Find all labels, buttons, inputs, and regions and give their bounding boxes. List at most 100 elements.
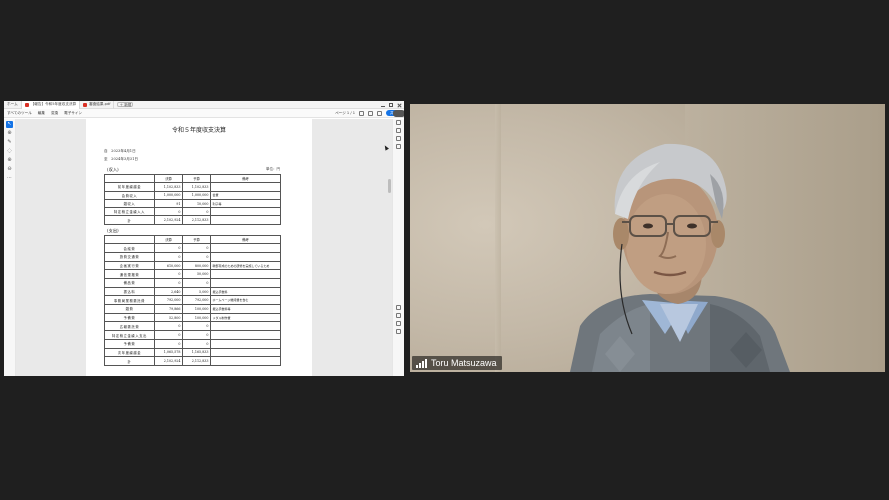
attachment-icon[interactable] [396,136,401,141]
more-tools-icon[interactable]: ⋯ [6,175,13,182]
row-item: 備品費 [104,278,155,288]
row-budget: 100,000 [182,312,211,323]
table-row: 会費収入 1,000,000 1,000,000 会費 [104,190,281,200]
row-actual: 1,065,578 [154,347,183,358]
row-budget: 100,000 [182,304,211,314]
document-viewport[interactable]: 令和５年度収支決算 自 2023年4月1日 至 2024年3月31日 単位：円 … [16,119,392,376]
table-header: 決算 [154,234,183,245]
ai-assistant-icon[interactable] [393,110,404,117]
row-budget: 5,000 [182,286,211,297]
search-icon[interactable] [368,110,373,116]
row-budget: 800,000 [182,260,211,271]
tab-budget-report[interactable]: 【報告】令和5年度収支決算 [21,101,81,109]
row-note [210,243,281,253]
row-note [210,347,281,358]
fit-page-icon[interactable] [396,313,401,318]
row-note [210,269,281,280]
row-note: 振込手数料等 [210,304,281,314]
rotate-icon[interactable] [396,305,401,310]
expense-table: 決算 予算 備考 会議費 0 0 旅費交通費 0 0 企画実行費 610,000 800,000… [104,234,281,366]
participant-video-image [570,143,790,372]
table-row: 計 2,102,924 2,112,833 [104,356,281,366]
row-item: 通信運搬費 [104,269,155,280]
tab-home[interactable]: ホーム [4,101,22,109]
zoom-out-icon[interactable] [396,329,401,334]
zoom-out-icon[interactable]: ⊖ [6,166,13,173]
row-note [210,278,281,288]
table-row: 事務局業務委託費 792,000 792,000 ホームページ維持費を含む [104,295,281,306]
table-row: 企画実行費 610,000 800,000 幹部育成のための研修を実施しているため [104,260,281,271]
zoom-tool-icon[interactable]: ⊕ [6,130,13,137]
more-icon[interactable] [377,110,382,116]
row-budget: 0 [182,321,211,332]
new-tab-button[interactable]: ＋ 新規 [117,102,134,107]
close-icon[interactable] [397,103,401,107]
document-title: 令和５年度収支決算 [171,127,226,134]
table-row: 前年度繰越金 1,102,833 1,102,833 [104,182,281,192]
menu-convert[interactable]: 変換 [51,111,58,116]
lasso-tool-icon[interactable]: ◌ [6,148,13,155]
print-icon[interactable] [359,110,364,116]
row-note [210,215,281,225]
table-header [104,234,155,245]
row-actual: 0 [154,252,183,262]
table-row: 会議費 0 0 [104,243,281,253]
tab-review-pdf[interactable]: 審査結果.pdf [80,101,115,109]
maximize-icon[interactable] [389,102,393,107]
signal-strength-icon [416,358,427,368]
select-tool-icon[interactable]: ↖ [6,121,13,128]
unit-note: 単位：円 [266,167,280,171]
row-item: 会費収入 [104,190,155,200]
row-budget: 1,102,833 [182,182,211,192]
tab-label: 【報告】令和5年度収支決算 [30,102,77,106]
participant-name: Toru Matsuzawa [431,358,497,368]
table-header [104,173,155,184]
row-actual: 792,000 [154,295,183,306]
menu-all-tools[interactable]: すべてのツール [7,111,32,116]
row-item: 旅費交通費 [104,252,155,262]
shared-screen-tile[interactable]: ホーム 【報告】令和5年度収支決算 審査結果.pdf ＋ 新規 すべてのツール … [4,101,404,376]
meeting-stage: ホーム 【報告】令和5年度収支決算 審査結果.pdf ＋ 新規 すべてのツール … [0,0,889,500]
row-actual: 0 [154,321,183,332]
row-actual: 0 [154,338,183,349]
row-note: ホームページ維持費を含む [210,295,281,306]
row-note [210,356,281,366]
pdf-icon [24,102,29,107]
row-budget: 10,000 [182,198,211,209]
window-titlebar: ホーム 【報告】令和5年度収支決算 審査結果.pdf ＋ 新規 [4,101,404,109]
table-row: 雑収入 91 10,000 利子等 [104,198,281,209]
table-header: 備考 [210,234,281,245]
table-header-row: 決算 予算 備考 [104,234,281,245]
row-item: 振込料 [104,286,155,297]
expense-label: (支出) [107,228,119,233]
menu-esign[interactable]: 電子サイン [64,111,82,116]
row-budget: 0 [182,243,211,253]
participant-video-tile[interactable]: Toru Matsuzawa [410,104,885,372]
row-note [210,330,281,340]
bookmark-icon[interactable] [396,128,401,133]
row-note: 利子等 [210,198,281,209]
pen-tool-icon[interactable]: ✎ [6,139,13,146]
page-indicator: ページ 1 / 1 [335,110,355,115]
row-actual: 52,800 [154,312,183,323]
table-row: 計 2,102,924 2,112,833 [104,215,281,225]
row-actual: 0 [154,330,183,340]
table-row: 備品費 0 0 [104,278,281,288]
scrollbar-thumb[interactable] [388,179,391,193]
row-actual: 1,000,000 [154,190,183,200]
minimize-icon[interactable] [381,103,385,107]
row-actual: 91 [154,198,183,209]
period-to: 至 2024年3月31日 [104,157,138,161]
row-item: 雑収入 [104,198,155,209]
app-toolbar: すべてのツール 編集 変換 電子サイン ページ 1 / 1 共有 [4,109,404,118]
comment-icon[interactable] [396,120,401,125]
menu-edit[interactable]: 編集 [38,111,45,116]
layers-icon[interactable] [396,144,401,149]
zoom-in-icon[interactable] [396,321,401,326]
row-item: 次年度繰越金 [104,347,155,358]
pdf-icon [83,102,88,107]
table-row: 特定積立金繰入入 0 0 [104,207,281,217]
zoom-in-icon[interactable]: ⊕ [6,157,13,164]
table-header: 備考 [210,173,281,184]
tab-label: 審査結果.pdf [89,102,111,106]
